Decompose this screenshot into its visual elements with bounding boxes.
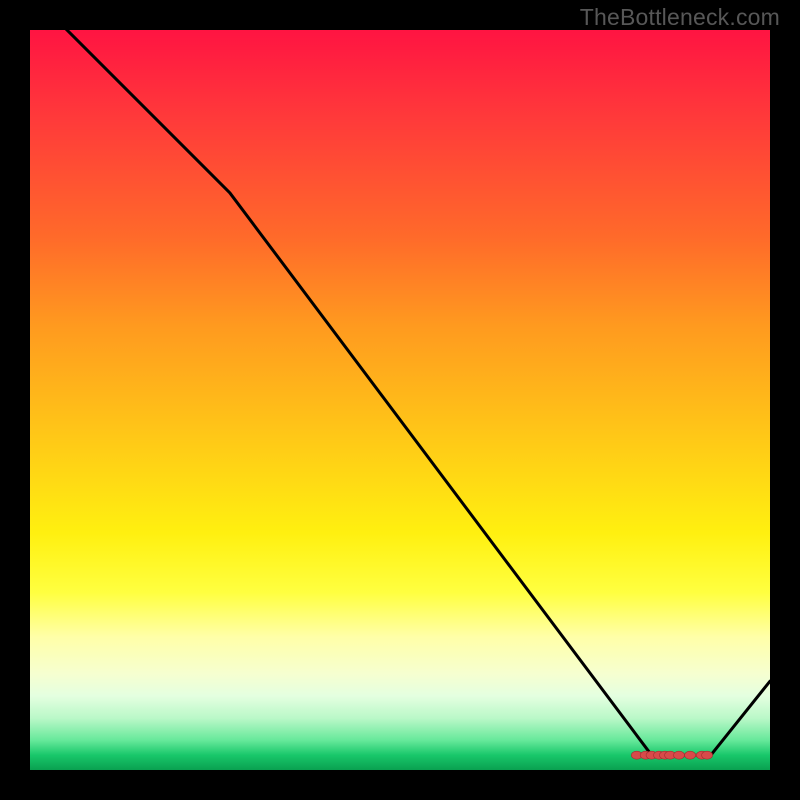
chart-frame: TheBottleneck.com (0, 0, 800, 800)
marker-dot (702, 751, 713, 759)
plot-overlay (30, 30, 770, 770)
optimal-markers (631, 751, 712, 759)
marker-dot (685, 751, 696, 759)
watermark-text: TheBottleneck.com (580, 4, 780, 31)
marker-dot (673, 751, 684, 759)
curve-layer (52, 15, 770, 755)
bottleneck-curve (52, 15, 770, 755)
